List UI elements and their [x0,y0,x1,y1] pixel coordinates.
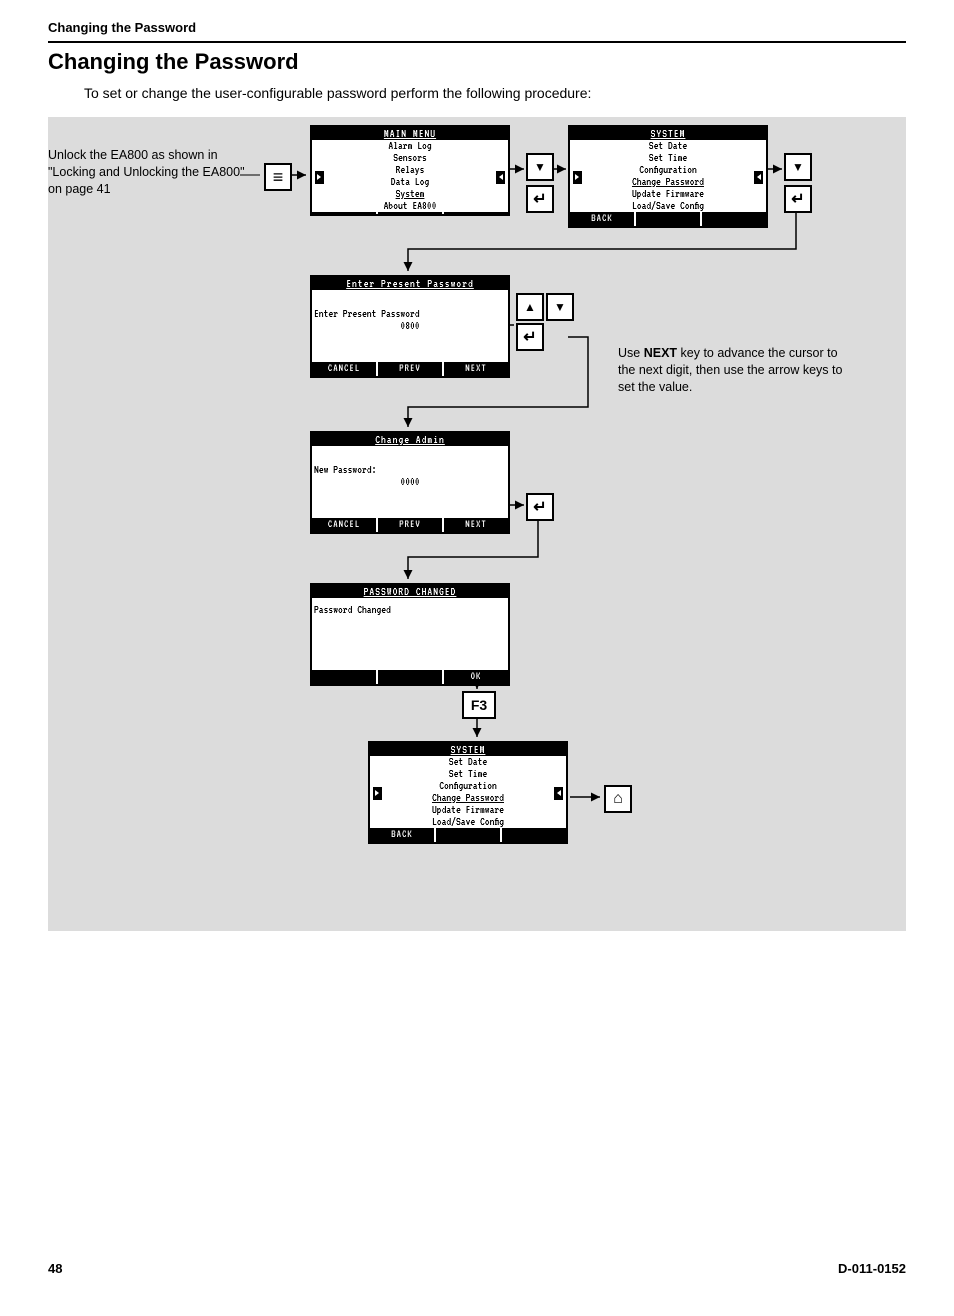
softkey-prev: PREV [378,518,444,532]
procedure-diagram: Unlock the EA800 as shown in "Locking an… [48,117,906,931]
scroll-left-icon [573,171,582,184]
unlock-callout: Unlock the EA800 as shown in "Locking an… [48,147,248,198]
softkey-3 [444,212,508,214]
softkey-1 [312,670,378,684]
scroll-right-icon [496,171,505,184]
enter-key-icon [784,185,812,213]
softkey-1 [312,212,378,214]
lcd-title: SYSTEM [570,127,766,140]
screen-enter-password: Enter Present Password Enter Present Pas… [310,275,510,378]
f3-key-icon: F3 [462,691,496,719]
softkey-2 [378,212,444,214]
home-key-icon [604,785,632,813]
lcd-title: MAIN MENU [312,127,508,140]
screen-system: SYSTEM Set Date Set Time Configuration C… [568,125,768,228]
softkey-2 [378,670,444,684]
up-key-icon [516,293,544,321]
enter-key-icon [516,323,544,351]
lcd-body: Set Date Set Time Configuration Change P… [370,756,566,828]
lcd-body: Alarm Log Sensors Relays Data Log System… [312,140,508,212]
down-key-icon [784,153,812,181]
section-title: Changing the Password [48,49,906,75]
lcd-body: New Password: 0000 [312,446,508,518]
enter-key-icon [526,185,554,213]
softkey-ok: OK [444,670,508,684]
next-callout: Use NEXT key to advance the cursor to th… [618,345,848,396]
scroll-right-icon [754,171,763,184]
lcd-body: Enter Present Password 0800 [312,290,508,362]
page-number: 48 [48,1261,62,1276]
softkey-cancel: CANCEL [312,362,378,376]
screen-main-menu: MAIN MENU Alarm Log Sensors Relays Data … [310,125,510,216]
lcd-title: PASSWORD CHANGED [312,585,508,598]
lcd-body: Set Date Set Time Configuration Change P… [570,140,766,212]
lcd-title: Change Admin [312,433,508,446]
screen-system-final: SYSTEM Set Date Set Time Configuration C… [368,741,568,844]
header-rule [48,41,906,43]
softkey-back: BACK [570,212,636,226]
softkey-cancel: CANCEL [312,518,378,532]
screen-change-admin: Change Admin New Password: 0000 CANCEL P… [310,431,510,534]
down-key-icon [526,153,554,181]
softkey-prev: PREV [378,362,444,376]
lcd-title: Enter Present Password [312,277,508,290]
down-key-icon [546,293,574,321]
intro-text: To set or change the user-configurable p… [84,85,906,101]
lcd-title: SYSTEM [370,743,566,756]
lcd-body: Password Changed [312,598,508,670]
softkey-back: BACK [370,828,436,842]
scroll-right-icon [554,787,563,800]
scroll-left-icon [373,787,382,800]
softkey-next: NEXT [444,518,508,532]
scroll-left-icon [315,171,324,184]
running-header: Changing the Password [48,20,906,35]
screen-password-changed: PASSWORD CHANGED Password Changed OK [310,583,510,686]
softkey-3 [502,828,566,842]
enter-key-icon [526,493,554,521]
softkey-2 [436,828,502,842]
page-footer: 48 D-011-0152 [48,1261,906,1276]
doc-number: D-011-0152 [838,1261,906,1276]
softkey-3 [702,212,766,226]
softkey-2 [636,212,702,226]
softkey-next: NEXT [444,362,508,376]
menu-key-icon [264,163,292,191]
